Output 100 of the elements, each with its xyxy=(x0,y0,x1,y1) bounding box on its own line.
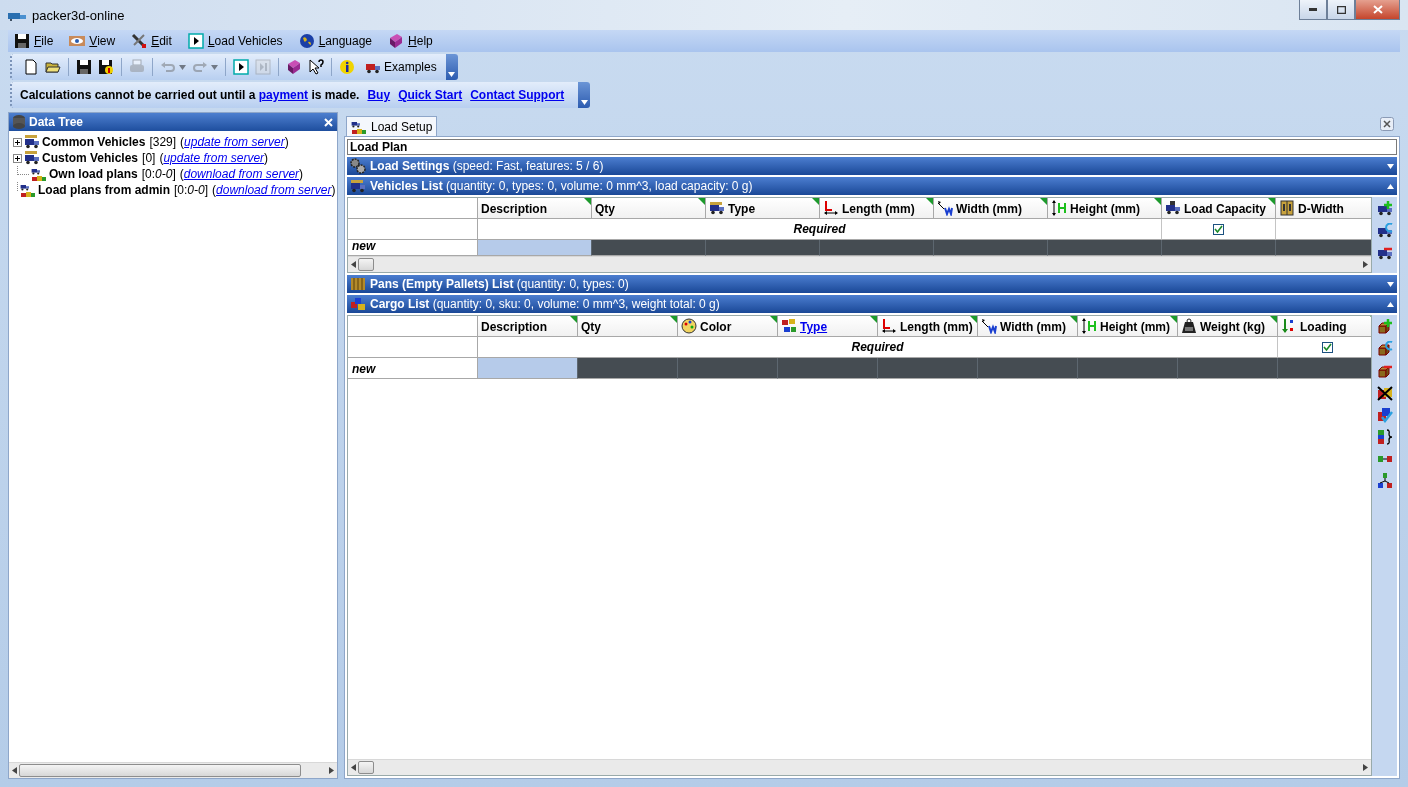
tree-item[interactable]: Load plans from admin xyxy=(38,183,170,197)
tree-item[interactable]: Custom Vehicles xyxy=(42,151,139,165)
column-header[interactable]: Height (mm) xyxy=(1078,316,1178,337)
required-checkbox[interactable] xyxy=(1213,223,1224,235)
column-header[interactable]: Width (mm) xyxy=(978,316,1078,337)
column-header[interactable]: Description xyxy=(478,316,578,337)
column-header[interactable]: Height (mm) xyxy=(1048,198,1162,219)
printer-icon xyxy=(129,59,145,75)
database-icon xyxy=(13,115,25,129)
table-cell[interactable] xyxy=(1078,358,1178,379)
table-cell[interactable] xyxy=(934,240,1048,256)
minimize-button[interactable] xyxy=(1299,0,1327,20)
table-cell[interactable] xyxy=(820,240,934,256)
toolbar-button[interactable]: Examples xyxy=(358,57,440,77)
expander[interactable] xyxy=(13,137,22,147)
close-button[interactable] xyxy=(1355,0,1400,20)
column-header[interactable]: Weight (kg) xyxy=(1178,316,1278,337)
table-cell[interactable] xyxy=(1276,240,1371,256)
menu-item[interactable]: Edit xyxy=(125,33,178,49)
column-header[interactable]: Load Capacity xyxy=(1162,198,1276,219)
pallet-icon xyxy=(350,276,366,292)
payment-link[interactable]: payment xyxy=(258,88,309,102)
load-plan-field[interactable]: Load Plan xyxy=(347,139,1397,155)
door-icon xyxy=(1279,200,1295,216)
horizontal-scrollbar[interactable] xyxy=(9,762,337,778)
scrollbar-thumb[interactable] xyxy=(358,761,374,774)
menu-item[interactable]: Load Vehicles xyxy=(181,33,289,49)
boxes-check-icon xyxy=(1376,407,1393,423)
column-header[interactable]: Qty xyxy=(578,316,678,337)
table-cell[interactable] xyxy=(478,240,592,256)
scrollbar-thumb[interactable] xyxy=(358,258,374,271)
server-link[interactable]: update from server xyxy=(184,135,285,149)
truck-boxes-icon xyxy=(20,182,36,198)
tools-icon xyxy=(131,33,148,49)
truck-icon xyxy=(24,150,40,166)
caret-icon xyxy=(580,100,588,105)
close-icon xyxy=(1372,5,1383,14)
table-cell[interactable] xyxy=(1178,358,1278,379)
payment-notice: Calculations cannot be carried out until a payment is made. xyxy=(20,88,360,102)
table-cell[interactable] xyxy=(778,358,878,379)
table-cell[interactable] xyxy=(578,358,678,379)
width-arrow-icon xyxy=(981,318,997,334)
page-icon xyxy=(23,59,39,75)
link[interactable]: Buy xyxy=(367,88,391,102)
truck-plus-icon xyxy=(1376,201,1393,217)
table-cell[interactable] xyxy=(706,240,820,256)
column-header[interactable]: Type xyxy=(706,198,820,219)
expander[interactable] xyxy=(13,153,22,163)
truck-icon xyxy=(350,178,366,194)
table-cell[interactable] xyxy=(1162,240,1276,256)
section-header[interactable]: Load Settings (speed: Fast, features: 5 / 6) xyxy=(347,157,1397,175)
boxes-cross-icon xyxy=(1376,385,1393,401)
column-header[interactable]: Length (mm) xyxy=(878,316,978,337)
scroll-right-icon xyxy=(1363,764,1368,771)
toolbar-overflow-button[interactable] xyxy=(445,54,458,80)
column-header[interactable]: Width (mm) xyxy=(934,198,1048,219)
tree-item[interactable]: Own load plans xyxy=(49,167,138,181)
section-header[interactable]: Cargo List (quantity: 0, sku: 0, volume: 0 mm^3, weight total: 0 g) xyxy=(347,295,1397,313)
table-cell[interactable] xyxy=(478,358,578,379)
tree-count: [329] xyxy=(149,135,177,149)
tree-item[interactable]: Common Vehicles xyxy=(42,135,146,149)
toolbar-button[interactable] xyxy=(230,57,252,77)
maximize-button[interactable] xyxy=(1327,0,1355,20)
column-header[interactable]: Color xyxy=(678,316,778,337)
floppy-question-icon xyxy=(98,59,114,75)
table-cell[interactable] xyxy=(878,358,978,379)
menu-item[interactable]: View xyxy=(63,33,122,49)
menu-item[interactable]: File xyxy=(8,33,60,49)
scroll-left-icon xyxy=(351,261,356,268)
column-header[interactable]: Type xyxy=(778,316,878,337)
link[interactable]: Contact Support xyxy=(470,88,565,102)
table-cell[interactable] xyxy=(1278,358,1371,379)
table-cell[interactable] xyxy=(978,358,1078,379)
link[interactable]: Quick Start xyxy=(398,88,463,102)
horizontal-scrollbar[interactable] xyxy=(348,759,1371,775)
box-arc-icon xyxy=(1376,341,1393,357)
horizontal-scrollbar[interactable] xyxy=(348,256,1371,272)
server-link[interactable]: download from server xyxy=(216,183,332,197)
section-header[interactable]: Vehicles List (quantity: 0, types: 0, volume: 0 mm^3, load capacity: 0 g) xyxy=(347,177,1397,195)
tree-count: [0] xyxy=(142,151,156,165)
expand-icon xyxy=(1387,163,1394,169)
required-checkbox[interactable] xyxy=(1322,341,1333,353)
table-cell[interactable] xyxy=(592,240,706,256)
truck-weight-icon xyxy=(1165,200,1181,216)
tab[interactable]: Load Setup xyxy=(346,116,438,136)
column-header[interactable]: Qty xyxy=(592,198,706,219)
column-header[interactable]: Description xyxy=(478,198,592,219)
scroll-left-icon xyxy=(12,767,17,774)
height-arrow-icon xyxy=(1081,318,1097,334)
table-cell[interactable] xyxy=(678,358,778,379)
table-cell[interactable] xyxy=(1048,240,1162,256)
menu-item[interactable]: Help xyxy=(382,33,439,49)
section-header[interactable]: Pans (Empty Pallets) List (quantity: 0, types: 0) xyxy=(347,275,1397,293)
scrollbar-thumb[interactable] xyxy=(19,764,301,777)
menu-item[interactable]: Language xyxy=(292,33,379,49)
boxes-brace-icon xyxy=(1376,429,1393,445)
toolbar-overflow-button[interactable] xyxy=(578,82,591,108)
column-header[interactable]: Length (mm) xyxy=(820,198,934,219)
server-link[interactable]: update from server xyxy=(163,151,265,165)
minimize-icon xyxy=(1309,8,1317,11)
